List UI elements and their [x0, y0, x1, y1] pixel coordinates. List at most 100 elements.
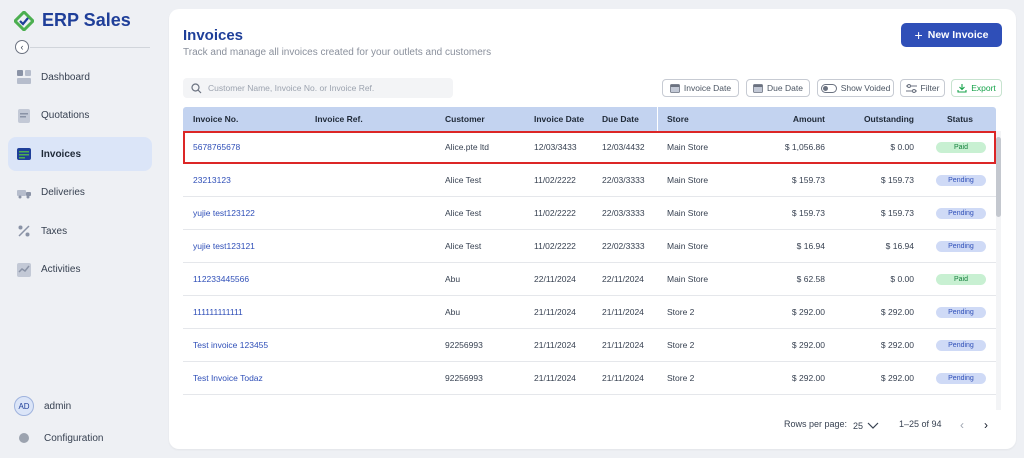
- invoice-date-cell: 21/11/2024: [534, 340, 576, 350]
- invoice-no-cell[interactable]: Test invoice 123455: [193, 329, 268, 362]
- sidebar-item-label: Invoices: [41, 148, 82, 160]
- dashboard-icon: [17, 70, 31, 84]
- show-voided-toggle[interactable]: Show Voided: [817, 79, 894, 97]
- pagination-range: 1–25 of 94: [899, 419, 942, 429]
- due-date-cell: 21/11/2024: [602, 307, 644, 317]
- sidebar-item-label: Quotations: [41, 110, 90, 121]
- invoice-no-cell[interactable]: yujie test123121: [193, 230, 255, 263]
- sidebar-item-taxes[interactable]: Taxes: [8, 214, 152, 248]
- export-button[interactable]: Export: [951, 79, 1002, 97]
- table-row[interactable]: 112233445566 Abu 22/11/2024 22/11/2024 Main …: [183, 263, 996, 296]
- user-menu[interactable]: AD admin: [8, 390, 152, 422]
- invoice-no-cell[interactable]: yujie test123122: [193, 197, 255, 230]
- filter-label: Filter: [920, 83, 940, 93]
- main-panel: Invoices Track and manage all invoices c…: [169, 9, 1016, 449]
- customer-cell: Abu: [445, 307, 461, 317]
- invoice-date-filter-button[interactable]: Invoice Date: [662, 79, 739, 97]
- user-name: admin: [44, 400, 72, 412]
- quotations-icon: [17, 108, 31, 123]
- sidebar-bottom: AD admin Configuration: [8, 390, 152, 454]
- amount-cell: $ 292.00: [791, 340, 825, 350]
- amount-cell: $ 1,056.86: [784, 142, 825, 152]
- show-voided-label: Show Voided: [840, 83, 891, 93]
- sidebar-divider: [30, 47, 150, 48]
- sidebar-item-label: Configuration: [44, 432, 104, 444]
- avatar: AD: [14, 396, 34, 416]
- due-date-cell: 21/11/2024: [602, 340, 644, 350]
- page-title: Invoices: [183, 27, 244, 44]
- sidebar-item-quotations[interactable]: Quotations: [8, 99, 152, 133]
- amount-cell: $ 159.73: [791, 175, 825, 185]
- invoice-date-cell: 11/02/2222: [534, 208, 576, 218]
- column-header-status[interactable]: Status: [947, 107, 973, 131]
- status-badge: Paid: [936, 142, 986, 153]
- previous-page-button[interactable]: ‹: [960, 418, 964, 432]
- outstanding-cell: $ 292.00: [880, 307, 914, 317]
- plus-icon: +: [914, 27, 923, 43]
- rows-per-page-select[interactable]: 25: [853, 417, 887, 435]
- filter-button[interactable]: Filter: [900, 79, 945, 97]
- next-page-button[interactable]: ›: [984, 418, 988, 432]
- store-cell: Store 2: [667, 373, 695, 383]
- sidebar-item-invoices[interactable]: Invoices: [8, 137, 152, 171]
- column-header-due-date[interactable]: Due Date: [602, 107, 639, 131]
- sidebar-item-configuration[interactable]: Configuration: [8, 422, 152, 454]
- invoice-no-cell[interactable]: 23213123: [193, 164, 231, 197]
- column-header-customer[interactable]: Customer: [445, 107, 485, 131]
- table-row[interactable]: 111111111111 Abu 21/11/2024 21/11/2024 Store…: [183, 296, 996, 329]
- column-header-amount[interactable]: Amount: [755, 107, 825, 131]
- sidebar-item-dashboard[interactable]: Dashboard: [8, 60, 152, 94]
- search-icon: [191, 82, 202, 93]
- table-row[interactable]: 23213123 Alice Test 11/02/2222 22/03/3333 Ma…: [183, 164, 996, 197]
- new-invoice-button[interactable]: + New Invoice: [901, 23, 1002, 47]
- status-badge: Pending: [936, 175, 986, 186]
- status-badge: Pending: [936, 208, 986, 219]
- toggle-switch-icon: [820, 83, 837, 93]
- outstanding-cell: $ 292.00: [880, 340, 914, 350]
- column-header-invoice-date[interactable]: Invoice Date: [534, 107, 584, 131]
- sidebar-item-label: Deliveries: [41, 187, 85, 198]
- table-scrollbar[interactable]: [996, 131, 1001, 410]
- store-cell: Main Store: [667, 208, 709, 218]
- invoice-date-cell: 22/11/2024: [534, 274, 576, 284]
- search-box[interactable]: [183, 78, 453, 98]
- sidebar-collapse-button[interactable]: ‹: [15, 40, 29, 54]
- table-row[interactable]: yujie test123121 Alice Test 11/02/2222 22/0…: [183, 230, 996, 263]
- due-date-filter-button[interactable]: Due Date: [746, 79, 810, 97]
- due-date-cell: 12/03/4432: [602, 142, 645, 152]
- due-date-cell: 22/11/2024: [602, 274, 644, 284]
- table-row[interactable]: yujie test123122 Alice Test 11/02/2222 22/0…: [183, 197, 996, 230]
- invoice-no-cell[interactable]: Test Invoice Todaz: [193, 362, 263, 395]
- column-header-invoice-no[interactable]: Invoice No.: [193, 107, 238, 131]
- store-cell: Store 2: [667, 307, 695, 317]
- search-input[interactable]: [208, 83, 448, 93]
- column-divider: [657, 107, 658, 131]
- brand-logo-icon: [14, 10, 34, 31]
- column-header-outstanding[interactable]: Outstanding: [834, 107, 914, 131]
- invoice-no-cell[interactable]: 112233445566: [193, 263, 249, 296]
- calendar-icon: [753, 84, 763, 93]
- invoice-date-cell: 21/11/2024: [534, 307, 576, 317]
- table-row[interactable]: Test invoice 123455 92256993 21/11/2024 21/…: [183, 329, 996, 362]
- outstanding-cell: $ 16.94: [885, 241, 914, 251]
- due-date-label: Due Date: [767, 83, 803, 93]
- sidebar-item-label: Activities: [41, 264, 81, 275]
- invoice-no-cell[interactable]: 111111111111: [193, 296, 243, 329]
- table-header: Invoice No. Invoice Ref. Customer Invoic…: [183, 107, 996, 131]
- sidebar-item-deliveries[interactable]: Deliveries: [8, 176, 152, 210]
- amount-cell: $ 292.00: [791, 373, 825, 383]
- invoice-no-cell[interactable]: 5678765678: [193, 131, 240, 164]
- invoice-date-cell: 11/02/2222: [534, 175, 576, 185]
- table-row[interactable]: 5678765678 Alice.pte ltd 12/03/3433 12/03/4…: [183, 131, 996, 164]
- column-header-invoice-ref[interactable]: Invoice Ref.: [315, 107, 363, 131]
- gear-icon: [19, 433, 29, 443]
- table-row[interactable]: Test Invoice Todaz 92256993 21/11/2024 21/1…: [183, 362, 996, 395]
- sidebar-item-activities[interactable]: Activities: [8, 253, 152, 287]
- status-badge: Paid: [936, 274, 986, 285]
- due-date-cell: 22/03/3333: [602, 175, 645, 185]
- brand[interactable]: ERP Sales: [14, 10, 131, 31]
- column-header-store[interactable]: Store: [667, 107, 689, 131]
- sidebar: ERP Sales ‹ Dashboard Quotations Invoice…: [0, 0, 160, 458]
- sliders-icon: [905, 83, 917, 93]
- scrollbar-thumb[interactable]: [996, 137, 1001, 217]
